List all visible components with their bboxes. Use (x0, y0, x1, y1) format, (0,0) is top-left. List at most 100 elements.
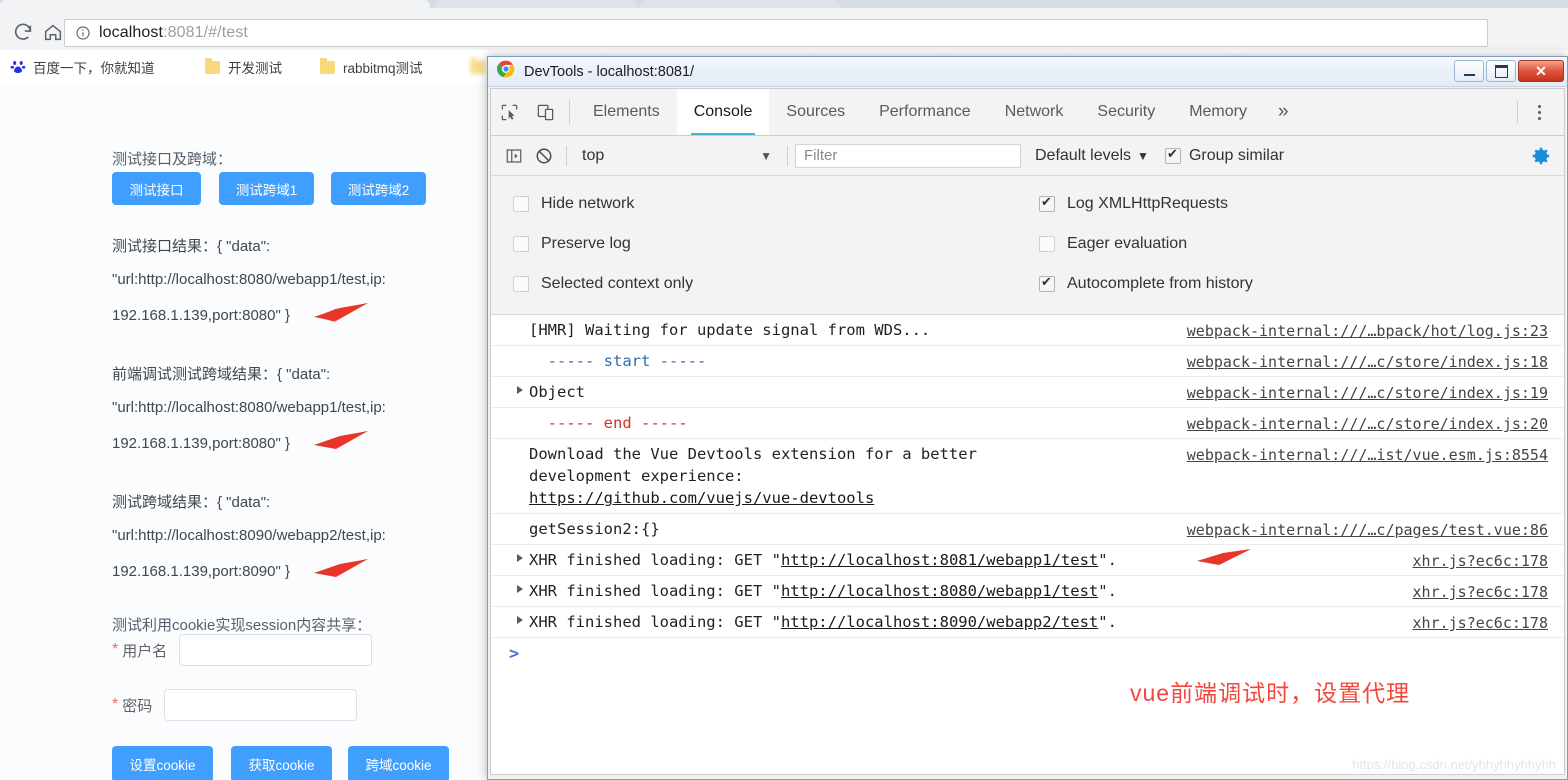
console-source-link[interactable]: webpack-internal:///…c/store/index.js:18 (1187, 351, 1548, 373)
minimize-button[interactable] (1454, 60, 1484, 82)
execution-context-select[interactable]: top ▼ (574, 147, 780, 165)
group-similar-label: Group similar (1188, 146, 1285, 164)
clear-console-icon[interactable] (529, 141, 559, 171)
group-similar-checkbox[interactable] (1164, 146, 1181, 164)
console-sidebar-icon[interactable] (499, 141, 529, 171)
filterbar-divider (787, 145, 788, 166)
checkbox[interactable] (1039, 274, 1055, 292)
expand-triangle-icon[interactable] (517, 386, 523, 394)
reload-icon[interactable] (12, 21, 34, 43)
console-message-row[interactable]: Download the Vue Devtools extension for … (491, 439, 1564, 514)
console-filter-input[interactable]: Filter (795, 143, 1021, 168)
checkbox[interactable] (513, 236, 529, 252)
console-source-link[interactable]: webpack-internal:///…c/store/index.js:20 (1187, 413, 1548, 435)
home-icon[interactable] (42, 21, 64, 43)
console-link[interactable]: http://localhost:8081/webapp1/test (781, 551, 1098, 569)
tab-security[interactable]: Security (1080, 89, 1172, 135)
baidu-icon (10, 59, 26, 75)
console-message-row[interactable]: [HMR] Waiting for update signal from WDS… (491, 315, 1564, 346)
close-button[interactable]: ✕ (1518, 60, 1564, 82)
browser-toolbar: localhost:8081/#/test (0, 8, 1568, 50)
tab-performance[interactable]: Performance (862, 89, 988, 135)
tab-sources[interactable]: Sources (769, 89, 862, 135)
console-source-link[interactable]: xhr.js?ec6c:178 (1413, 612, 1548, 634)
console-message-text: [HMR] Waiting for update signal from WDS… (529, 321, 931, 339)
bookmark-item[interactable]: 百度一下，你就知道 (10, 57, 155, 77)
api-result-line2: "url:http://localhost:8080/webapp1/test,… (112, 271, 386, 288)
username-input[interactable] (179, 634, 373, 666)
info-circle-icon[interactable] (75, 25, 91, 41)
checkbox[interactable] (1039, 236, 1055, 252)
console-source-link[interactable]: webpack-internal:///…c/store/index.js:19 (1187, 382, 1548, 404)
checkbox[interactable] (513, 276, 529, 292)
tab-elements[interactable]: Elements (576, 89, 677, 135)
expand-triangle-icon[interactable] (517, 554, 523, 562)
toggle-device-toolbar-icon[interactable] (527, 89, 563, 135)
password-input[interactable] (164, 689, 358, 721)
chevron-down-icon: ▼ (1137, 148, 1149, 163)
setting-eager-evaluation[interactable]: Eager evaluation (1021, 235, 1187, 253)
get-cookie-button[interactable]: 获取cookie (231, 746, 332, 780)
browser-tab[interactable] (0, 0, 430, 8)
address-path: :8081/#/test (163, 24, 248, 41)
console-message-row[interactable]: getSession2:{} webpack-internal:///…c/pag… (491, 514, 1564, 545)
cors-result-label: 测试跨域结果：{ "data": (112, 494, 271, 511)
console-source-link[interactable]: xhr.js?ec6c:178 (1413, 550, 1548, 572)
address-bar[interactable]: localhost:8081/#/test (64, 19, 1488, 47)
console-message-row[interactable]: Object webpack-internal:///…c/store/index… (491, 377, 1564, 408)
browser-tab[interactable] (436, 0, 636, 8)
console-link[interactable]: http://localhost:8080/webapp1/test (781, 582, 1098, 600)
browser-tab[interactable] (640, 0, 840, 8)
console-message-row[interactable]: XHR finished loading: GET "http://localh… (491, 545, 1564, 576)
setting-autocomplete-from-history[interactable]: Autocomplete from history (1021, 274, 1253, 293)
setting-selected-context-only[interactable]: Selected context only (491, 275, 1021, 293)
console-prompt[interactable]: > (491, 638, 1564, 676)
console-source-link[interactable]: webpack-internal:///…c/pages/test.vue:86 (1187, 519, 1548, 541)
frontend-cors-result-label: 前端调试测试跨域结果：{ "data": (112, 366, 331, 383)
tab-network[interactable]: Network (988, 89, 1081, 135)
test-api-button[interactable]: 测试接口 (112, 172, 201, 205)
api-result-label: 测试接口结果：{ "data": (112, 238, 271, 255)
console-message-row[interactable]: ----- end ----- webpack-internal:///…c/st… (491, 408, 1564, 439)
setting-label: Eager evaluation (1067, 235, 1188, 252)
vertical-dots-icon[interactable] (1524, 89, 1554, 135)
test-cors1-button[interactable]: 测试跨域1 (219, 172, 314, 205)
console-filter-bar: top ▼ Filter Default levels ▼ Group simi… (491, 136, 1564, 176)
more-tabs-button[interactable]: » (1264, 89, 1303, 135)
tab-console[interactable]: Console (676, 89, 770, 135)
cors-cookie-button[interactable]: 跨域cookie (348, 746, 449, 780)
console-source-link[interactable]: webpack-internal:///…ist/vue.esm.js:8554 (1187, 444, 1548, 466)
console-link[interactable]: http://localhost:8090/webapp2/test (781, 613, 1098, 631)
console-message-row[interactable]: XHR finished loading: GET "http://localh… (491, 607, 1564, 638)
setting-label: Log XMLHttpRequests (1067, 195, 1228, 212)
gear-icon[interactable] (1530, 145, 1552, 172)
tab-memory[interactable]: Memory (1172, 89, 1264, 135)
console-message-row[interactable]: ----- start ----- webpack-internal:///…c/… (491, 346, 1564, 377)
setting-label: Hide network (541, 195, 635, 212)
inspect-element-icon[interactable] (491, 89, 527, 135)
setting-hide-network[interactable]: Hide network (491, 195, 1021, 213)
bookmark-item[interactable]: 开发测试 (205, 57, 282, 77)
toolbar-divider (569, 100, 570, 124)
checkbox[interactable] (1039, 194, 1055, 212)
setting-preserve-log[interactable]: Preserve log (491, 235, 1021, 253)
console-source-link[interactable]: webpack-internal:///…bpack/hot/log.js:23 (1187, 320, 1548, 342)
console-source-link[interactable]: xhr.js?ec6c:178 (1413, 581, 1548, 603)
group-similar-toggle[interactable]: Group similar (1164, 146, 1285, 165)
log-levels-select[interactable]: Default levels ▼ (1035, 147, 1149, 165)
console-message-row[interactable]: XHR finished loading: GET "http://localh… (491, 576, 1564, 607)
console-link[interactable]: https://github.com/vuejs/vue-devtools (529, 489, 874, 507)
set-cookie-button[interactable]: 设置cookie (112, 746, 213, 780)
password-required-mark: * (112, 696, 119, 713)
test-cors2-button[interactable]: 测试跨域2 (331, 172, 426, 205)
address-bar-url: localhost:8081/#/test (99, 24, 248, 42)
username-form-row: * 用户名 (112, 634, 373, 666)
setting-log-xmlhttprequests[interactable]: Log XMLHttpRequests (1021, 194, 1228, 213)
expand-triangle-icon[interactable] (517, 616, 523, 624)
expand-triangle-icon[interactable] (517, 585, 523, 593)
maximize-button[interactable] (1486, 60, 1516, 82)
bookmark-item[interactable]: rabbitmq测试 (320, 57, 423, 77)
checkbox[interactable] (513, 196, 529, 212)
console-message-text: ----- end ----- (529, 414, 688, 432)
devtools-titlebar[interactable]: DevTools - localhost:8081/ ✕ (488, 57, 1567, 87)
